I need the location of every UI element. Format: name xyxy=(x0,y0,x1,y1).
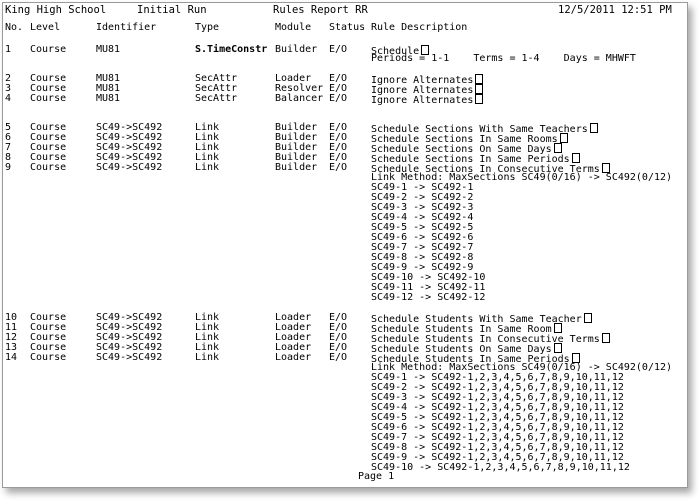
report-school: King High School xyxy=(5,4,107,16)
cell-module: Builder xyxy=(275,162,318,173)
report-page: King High School Initial Run Rules Repor… xyxy=(2,2,688,488)
cell-type: SecAttr xyxy=(195,93,238,104)
col-header-status: Status xyxy=(329,22,366,33)
checkbox-icon xyxy=(559,133,568,143)
checkbox-icon xyxy=(553,323,562,333)
row1-detail: Periods = 1-1 Terms = 1-4 Days = MHWFT xyxy=(371,53,636,64)
cell-status: E/O xyxy=(329,44,348,55)
page-number: Page 1 xyxy=(358,471,395,482)
link-mapping-item: SC49-12 -> SC492-12 xyxy=(371,292,486,303)
col-header-level: Level xyxy=(30,22,61,33)
col-header-description: Rule Description xyxy=(371,22,468,33)
cell-status: E/O xyxy=(329,93,348,104)
report-run: Initial Run xyxy=(137,4,207,16)
checkbox-icon xyxy=(601,333,610,343)
cell-level: Course xyxy=(30,93,67,104)
checkbox-icon xyxy=(553,343,562,353)
cell-identifier: MU81 xyxy=(96,44,121,55)
report-datetime: 12/5/2011 12:51 PM xyxy=(558,4,672,16)
cell-status: E/O xyxy=(329,352,348,363)
cell-type: Link xyxy=(195,162,220,173)
cell-identifier: SC49->SC492 xyxy=(96,162,163,173)
cell-level: Course xyxy=(30,44,67,55)
cell-type: Link xyxy=(195,352,220,363)
cell-identifier: SC49->SC492 xyxy=(96,352,163,363)
cell-status: E/O xyxy=(329,162,348,173)
cell-no: 14 xyxy=(5,352,18,363)
report-title: Rules Report RR xyxy=(273,4,368,16)
cell-no: 1 xyxy=(5,44,12,55)
col-header-module: Module xyxy=(275,22,312,33)
cell-module: Loader xyxy=(275,352,312,363)
checkbox-icon xyxy=(583,313,592,323)
cell-description: Ignore Alternates xyxy=(371,94,484,106)
cell-level: Course xyxy=(30,352,67,363)
cell-level: Course xyxy=(30,162,67,173)
col-header-type: Type xyxy=(195,22,220,33)
checkbox-icon xyxy=(475,74,484,84)
checkbox-icon xyxy=(589,123,598,133)
checkbox-icon xyxy=(475,84,484,94)
col-header-no: No. xyxy=(5,22,24,33)
cell-identifier: MU81 xyxy=(96,93,121,104)
cell-no: 9 xyxy=(5,162,12,173)
link-mapping-item: SC49-10 -> SC492-1,2,3,4,5,6,7,8,9,10,11… xyxy=(371,462,630,473)
col-header-identifier: Identifier xyxy=(96,22,157,33)
cell-module: Builder xyxy=(275,44,318,55)
checkbox-icon xyxy=(475,94,484,104)
cell-no: 4 xyxy=(5,93,12,104)
checkbox-icon xyxy=(571,153,580,163)
checkbox-icon xyxy=(553,143,562,153)
cell-module: Balancer xyxy=(275,93,324,104)
cell-type: S.TimeConstr xyxy=(195,44,268,55)
